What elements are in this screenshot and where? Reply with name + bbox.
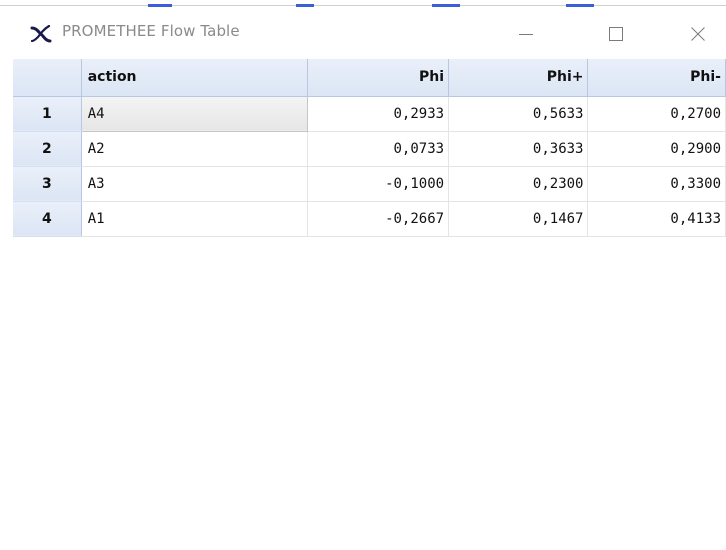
column-header-action[interactable]: action	[81, 59, 309, 97]
table-row: 2 A2 0,0733 0,3633 0,2900	[13, 131, 726, 167]
column-header-phi-minus[interactable]: Phi-	[587, 59, 726, 97]
parent-tab-indicator	[296, 4, 314, 7]
flow-table: action Phi Phi+ Phi- 1 A4 0,2933 0,5633 …	[13, 59, 726, 237]
parent-tab-indicator	[432, 4, 460, 7]
column-header-phi[interactable]: Phi	[307, 59, 450, 97]
cell-action[interactable]: A4	[80, 95, 309, 132]
cell-action[interactable]: A3	[81, 166, 309, 202]
cell-phi[interactable]: -0,1000	[307, 166, 450, 202]
cell-phi-minus[interactable]: 0,2700	[587, 96, 726, 132]
row-header[interactable]: 2	[13, 131, 82, 167]
parent-window-edge	[0, 0, 726, 8]
cell-phi[interactable]: 0,0733	[307, 131, 450, 167]
flow-table-area: action Phi Phi+ Phi- 1 A4 0,2933 0,5633 …	[12, 59, 726, 550]
cell-action[interactable]: A2	[81, 131, 309, 167]
cell-phi-minus[interactable]: 0,3300	[587, 166, 726, 202]
minimize-icon	[519, 33, 533, 35]
promethee-x-icon	[30, 24, 52, 43]
cell-phi-plus[interactable]: 0,2300	[448, 166, 589, 202]
cell-phi-plus[interactable]: 0,1467	[448, 201, 589, 237]
maximize-button[interactable]	[586, 8, 646, 59]
table-row: 3 A3 -0,1000 0,2300 0,3300	[13, 166, 726, 202]
promethee-flow-table-window: PROMETHEE Flow Table action Phi Phi+ Phi…	[0, 0, 726, 550]
parent-edge-line	[0, 5, 726, 6]
header-row: action Phi Phi+ Phi-	[13, 59, 726, 97]
close-button[interactable]	[668, 8, 726, 59]
maximize-icon	[609, 26, 623, 41]
parent-tab-indicator	[148, 4, 172, 7]
cell-phi-plus[interactable]: 0,5633	[448, 96, 589, 132]
table-row: 4 A1 -0,2667 0,1467 0,4133	[13, 201, 726, 237]
cell-phi[interactable]: -0,2667	[307, 201, 450, 237]
cell-action[interactable]: A1	[81, 201, 309, 237]
row-header[interactable]: 3	[13, 166, 82, 202]
cell-phi-minus[interactable]: 0,4133	[587, 201, 726, 237]
column-header-phi-plus[interactable]: Phi+	[448, 59, 589, 97]
corner-header[interactable]	[13, 59, 82, 97]
row-header[interactable]: 1	[13, 96, 82, 132]
title-bar[interactable]: PROMETHEE Flow Table	[0, 8, 726, 59]
cell-phi-plus[interactable]: 0,3633	[448, 131, 589, 167]
parent-tab-indicator	[566, 4, 594, 7]
close-icon	[691, 26, 705, 41]
table-row: 1 A4 0,2933 0,5633 0,2700	[13, 95, 726, 132]
cell-phi-minus[interactable]: 0,2900	[587, 131, 726, 167]
row-header[interactable]: 4	[13, 201, 82, 237]
cell-phi[interactable]: 0,2933	[307, 96, 450, 132]
minimize-button[interactable]	[496, 8, 556, 59]
window-title: PROMETHEE Flow Table	[62, 22, 240, 40]
